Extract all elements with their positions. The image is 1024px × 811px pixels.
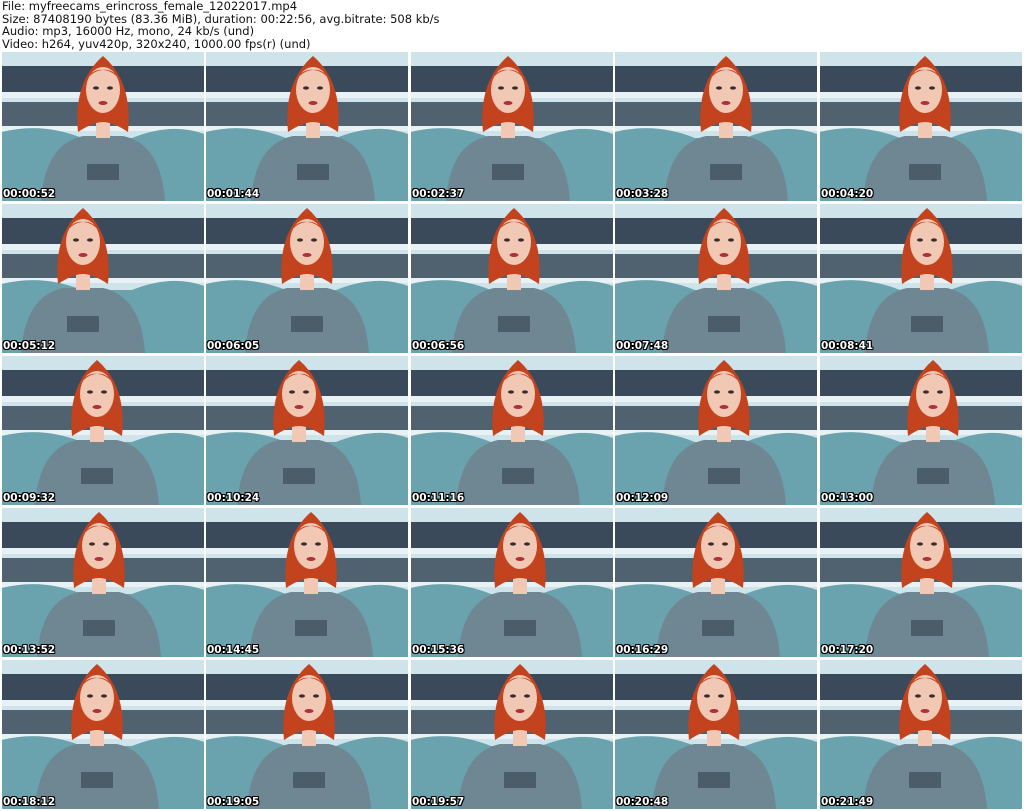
thumbnail-timestamp: 00:13:52 (3, 644, 56, 656)
frame-image (411, 356, 613, 505)
thumbnail-timestamp: 00:14:45 (207, 644, 260, 656)
thumbnail-timestamp: 00:11:16 (412, 492, 465, 504)
video-thumbnail: 00:08:41 (820, 204, 1022, 353)
frame-image (820, 204, 1022, 353)
thumbnail-timestamp: 00:13:00 (821, 492, 874, 504)
thumbnail-timestamp: 00:17:20 (821, 644, 874, 656)
frame-image (615, 660, 817, 809)
frame-image (615, 204, 817, 353)
thumbnail-timestamp: 00:04:20 (821, 188, 874, 200)
thumbnail-timestamp: 00:10:24 (207, 492, 260, 504)
frame-image (411, 52, 613, 201)
video-info-header: File: myfreecams_erincross_female_120220… (2, 0, 1020, 52)
frame-image (2, 204, 204, 353)
video-thumbnail: 00:19:05 (206, 660, 408, 809)
thumbnail-timestamp: 00:02:37 (412, 188, 465, 200)
thumbnail-timestamp: 00:07:48 (616, 340, 669, 352)
frame-image (411, 508, 613, 657)
video-thumbnail: 00:13:52 (2, 508, 204, 657)
frame-image (2, 660, 204, 809)
video-thumbnail: 00:01:44 (206, 52, 408, 201)
frame-image (820, 356, 1022, 505)
thumbnail-timestamp: 00:12:09 (616, 492, 669, 504)
thumbnail-timestamp: 00:16:29 (616, 644, 669, 656)
video-thumbnail: 00:06:05 (206, 204, 408, 353)
frame-image (206, 660, 408, 809)
video-thumbnail: 00:04:20 (820, 52, 1022, 201)
video-thumbnail: 00:12:09 (615, 356, 817, 505)
frame-image (206, 204, 408, 353)
video-thumbnail: 00:03:28 (615, 52, 817, 201)
video-thumbnail: 00:13:00 (820, 356, 1022, 505)
video-thumbnail: 00:00:52 (2, 52, 204, 201)
thumbnail-timestamp: 00:06:05 (207, 340, 260, 352)
thumbnail-timestamp: 00:20:48 (616, 796, 669, 808)
video-thumbnail: 00:06:56 (411, 204, 613, 353)
video-thumbnail: 00:19:57 (411, 660, 613, 809)
thumbnail-timestamp: 00:01:44 (207, 188, 260, 200)
video-thumbnail: 00:11:16 (411, 356, 613, 505)
thumbnail-timestamp: 00:06:56 (412, 340, 465, 352)
video-info-line: Video: h264, yuv420p, 320x240, 1000.00 f… (2, 36, 311, 51)
frame-image (411, 204, 613, 353)
video-thumbnail: 00:15:36 (411, 508, 613, 657)
thumbnail-timestamp: 00:15:36 (412, 644, 465, 656)
frame-image (411, 660, 613, 809)
video-thumbnail: 00:02:37 (411, 52, 613, 201)
video-thumbnail: 00:17:20 (820, 508, 1022, 657)
thumbnail-timestamp: 00:21:49 (821, 796, 874, 808)
video-thumbnail: 00:05:12 (2, 204, 204, 353)
frame-image (820, 660, 1022, 809)
thumbnail-timestamp: 00:00:52 (3, 188, 56, 200)
thumbnail-timestamp: 00:05:12 (3, 340, 56, 352)
thumbnail-timestamp: 00:09:32 (3, 492, 56, 504)
file-name-line: File: myfreecams_erincross_female_120220… (2, 0, 298, 13)
frame-image (820, 508, 1022, 657)
frame-image (206, 508, 408, 657)
video-thumbnail: 00:14:45 (206, 508, 408, 657)
thumbnail-grid: 00:00:52 00:01:44 00:02:37 00:03:28 00:04:20… (2, 52, 1022, 809)
frame-image (615, 356, 817, 505)
thumbnail-timestamp: 00:03:28 (616, 188, 669, 200)
frame-image (2, 52, 204, 201)
video-thumbnail: 00:18:12 (2, 660, 204, 809)
thumbnail-timestamp: 00:08:41 (821, 340, 874, 352)
video-thumbnail: 00:21:49 (820, 660, 1022, 809)
video-thumbnail: 00:07:48 (615, 204, 817, 353)
frame-image (615, 52, 817, 201)
video-thumbnail: 00:16:29 (615, 508, 817, 657)
frame-image (820, 52, 1022, 201)
thumbnail-timestamp: 00:18:12 (3, 796, 56, 808)
frame-image (2, 508, 204, 657)
video-thumbnail: 00:09:32 (2, 356, 204, 505)
frame-image (206, 52, 408, 201)
frame-image (615, 508, 817, 657)
thumbnail-timestamp: 00:19:57 (412, 796, 465, 808)
frame-image (2, 356, 204, 505)
frame-image (206, 356, 408, 505)
audio-info-line: Audio: mp3, 16000 Hz, mono, 24 kb/s (und… (2, 24, 255, 38)
video-thumbnail: 00:20:48 (615, 660, 817, 809)
thumbnail-timestamp: 00:19:05 (207, 796, 260, 808)
video-thumbnail: 00:10:24 (206, 356, 408, 505)
